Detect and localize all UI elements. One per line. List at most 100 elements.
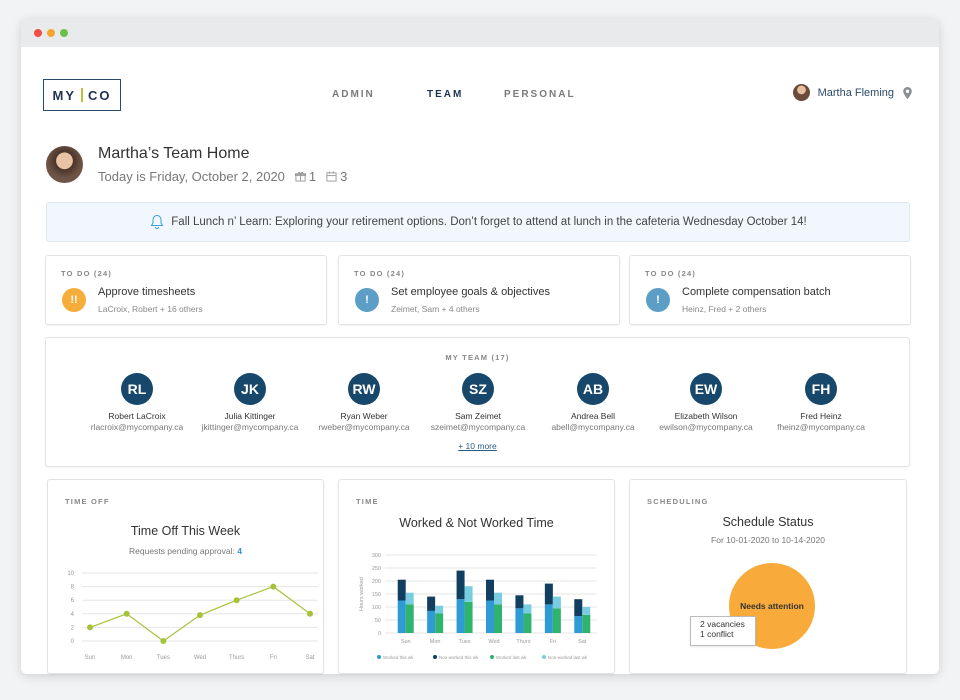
today-text: Today is Friday, October 2, 2020 (98, 169, 285, 184)
team-member[interactable]: SZ Sam Zeimet szeimet@mycompany.ca (418, 373, 538, 432)
member-name: Fred Heinz (800, 411, 842, 421)
bar-worked-this-week (397, 600, 406, 633)
time-panel: TIME Worked & Not Worked Time 0 50 100 150 2… (338, 479, 615, 674)
team-member[interactable]: EW Elizabeth Wilson ewilson@mycompany.ca (646, 373, 766, 432)
member-initials: RW (348, 373, 380, 405)
location-pin-icon[interactable] (903, 86, 912, 99)
nav-personal[interactable]: PERSONAL (504, 89, 576, 100)
schedule-title: Schedule Status (722, 515, 814, 529)
time-off-panel: TIME OFF Time Off This Week Requests pen… (47, 479, 324, 674)
bar-worked-this-week (544, 604, 553, 633)
more-members-link[interactable]: + 10 more (46, 441, 909, 451)
todo-meta: Heinz, Fred + 2 others (682, 304, 767, 314)
x-tick-label: Tues (459, 639, 471, 645)
y-tick-label: 2 (71, 625, 75, 631)
y-tick-label: 0 (71, 639, 75, 645)
time-off-point (123, 610, 130, 617)
x-tick-label: Mon (430, 639, 441, 645)
bar-worked-this-week (427, 610, 436, 633)
legend-swatch (490, 655, 494, 659)
legend-label: Worked this wk (383, 655, 414, 660)
member-name: Elizabeth Wilson (674, 411, 738, 421)
alert-double-icon: !! (62, 288, 86, 312)
member-email[interactable]: fheinz@mycompany.ca (761, 422, 881, 432)
member-email[interactable]: ewilson@mycompany.ca (646, 422, 766, 432)
y-tick-label: 8 (71, 585, 75, 591)
bar-non-worked-this-week (544, 583, 553, 605)
schedule-range: For 10-01-2020 to 10-14-2020 (711, 535, 825, 545)
gift-icon (294, 171, 306, 182)
bar-worked-last-week (435, 613, 444, 633)
x-tick-label: Wed (488, 639, 499, 645)
bar-non-worked-last-week (494, 592, 502, 605)
calendar-icon (326, 171, 337, 182)
todo-card-goals[interactable]: TO DO (24) ! Set employee goals & object… (338, 255, 620, 325)
member-email[interactable]: jkittinger@mycompany.ca (190, 422, 310, 432)
member-initials: FH (805, 373, 837, 405)
page-subtitle: Today is Friday, October 2, 2020 1 3 (98, 169, 347, 184)
member-email[interactable]: rweber@mycompany.ca (304, 422, 424, 432)
bar-non-worked-this-week (515, 595, 524, 609)
nav-team[interactable]: TEAM (427, 89, 463, 100)
todo-card-compensation[interactable]: TO DO (24) ! Complete compensation batch… (629, 255, 911, 325)
banner-text: Fall Lunch n’ Learn: Exploring your reti… (171, 216, 807, 228)
todo-card-timesheets[interactable]: TO DO (24) !! Approve timesheets LaCroix… (45, 255, 327, 325)
bar-non-worked-last-week (464, 586, 473, 602)
legend-swatch (542, 655, 546, 659)
x-tick-label: Thurs (229, 655, 244, 661)
schedule-issues-tooltip: 2 vacancies 1 conflict (690, 616, 756, 646)
todo-title: Set employee goals & objectives (391, 286, 550, 298)
bar-non-worked-this-week (456, 570, 465, 600)
page-title: Martha’s Team Home (98, 145, 250, 162)
legend-label: Non-worked last wk (548, 655, 588, 660)
bar-worked-last-week (464, 601, 473, 633)
legend-swatch (377, 655, 381, 659)
time-title: Worked & Not Worked Time (399, 516, 554, 530)
maximize-window-button[interactable] (60, 29, 68, 37)
user-menu[interactable]: Martha Fleming (792, 84, 912, 101)
brand-divider (81, 88, 83, 102)
member-initials: AB (577, 373, 609, 405)
user-name: Martha Fleming (817, 86, 894, 99)
y-tick-label: 4 (71, 612, 75, 618)
bar-non-worked-this-week (397, 579, 406, 601)
pending-count[interactable]: 4 (237, 546, 242, 556)
pending-label: Requests pending approval: (129, 546, 235, 556)
bar-non-worked-last-week (552, 596, 561, 609)
close-window-button[interactable] (34, 29, 42, 37)
minimize-window-button[interactable] (47, 29, 55, 37)
todo-title: Complete compensation batch (682, 286, 831, 298)
team-member[interactable]: FH Fred Heinz fheinz@mycompany.ca (761, 373, 881, 432)
member-email[interactable]: abell@mycompany.ca (533, 422, 653, 432)
x-tick-label: Sun (85, 655, 96, 661)
time-off-line-chart: 0 2 4 6 8 10 Sun Mon Tues Wed Thurs Fri Sat (67, 571, 318, 661)
nav-admin[interactable]: ADMIN (332, 89, 375, 100)
bar-non-worked-this-week (574, 599, 583, 617)
member-email[interactable]: rlacroix@mycompany.ca (77, 422, 197, 432)
team-member[interactable]: JK Julia Kittinger jkittinger@mycompany.… (190, 373, 310, 432)
bar-worked-this-week (486, 600, 494, 633)
team-member[interactable]: RL Robert LaCroix rlacroix@mycompany.ca (77, 373, 197, 432)
y-axis-label: Hours worked (359, 577, 365, 611)
member-name: Julia Kittinger (224, 411, 276, 421)
time-off-point (197, 612, 203, 619)
gift-count: 1 (308, 169, 317, 184)
brand-logo[interactable]: MY CO (43, 79, 121, 111)
brand-right: CO (88, 87, 112, 103)
time-off-kicker: TIME OFF (65, 497, 110, 506)
team-member[interactable]: AB Andrea Bell abell@mycompany.ca (533, 373, 653, 432)
bar-non-worked-last-week (582, 607, 591, 615)
todo-meta: Zeimet, Sam + 4 others (391, 304, 480, 314)
y-tick-label: 200 (372, 579, 381, 585)
alert-icon: ! (355, 288, 379, 312)
scheduling-kicker: SCHEDULING (647, 497, 709, 506)
x-tick-label: Tues (157, 655, 170, 661)
team-member[interactable]: RW Ryan Weber rweber@mycompany.ca (304, 373, 424, 432)
x-tick-label: Sun (401, 639, 411, 645)
time-off-point (87, 624, 93, 631)
schedule-status-label: Needs attention (740, 600, 804, 611)
bar-non-worked-this-week (486, 579, 494, 601)
member-email[interactable]: szeimet@mycompany.ca (418, 422, 538, 432)
announcement-banner[interactable]: Fall Lunch n’ Learn: Exploring your reti… (46, 202, 910, 242)
y-tick-label: 0 (378, 631, 381, 637)
